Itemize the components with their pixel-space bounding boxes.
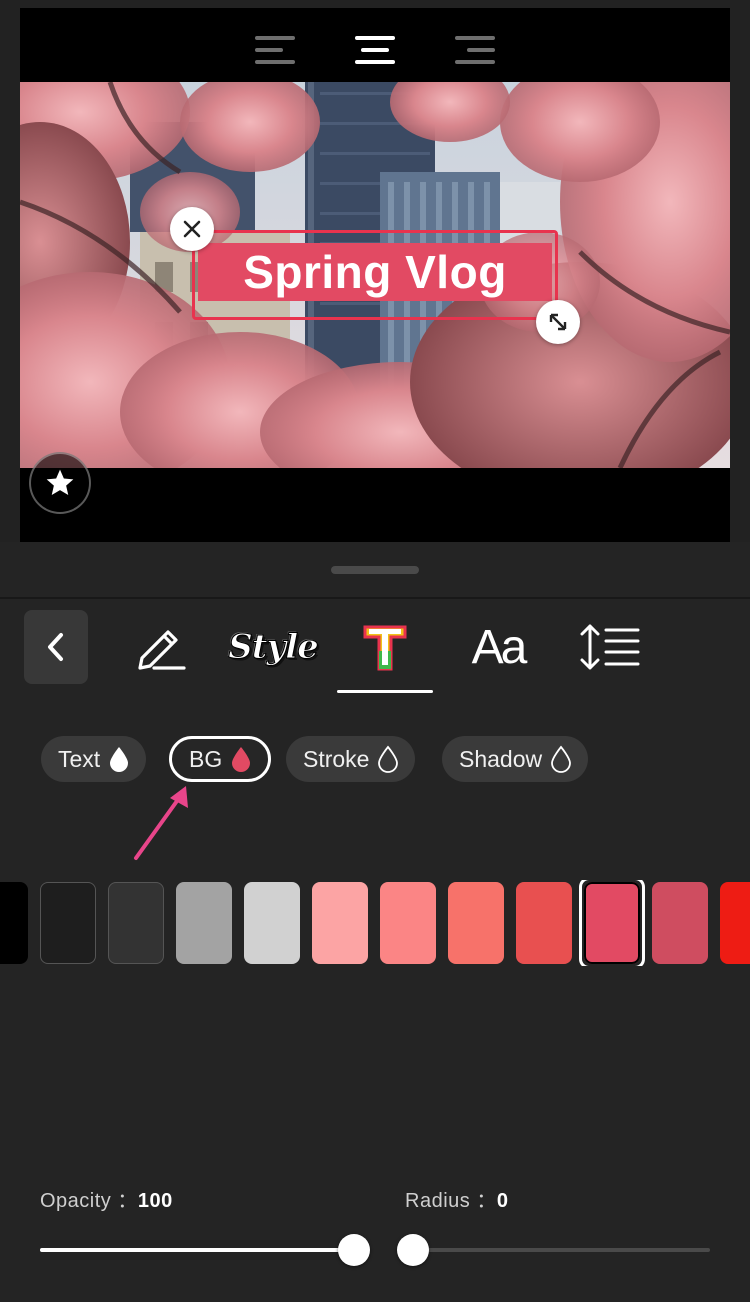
colored-t-icon	[363, 625, 407, 671]
line-spacing-icon	[580, 624, 640, 670]
color-swatch[interactable]	[0, 882, 28, 964]
chevron-left-icon	[48, 633, 63, 661]
outline-drop-icon	[550, 745, 572, 773]
sheet-drag-handle[interactable]	[331, 566, 419, 574]
color-swatch[interactable]	[40, 882, 96, 964]
tab-style[interactable]: Style	[226, 612, 320, 682]
align-center-icon[interactable]	[355, 36, 395, 70]
resize-handle-icon[interactable]	[536, 300, 580, 344]
color-swatch[interactable]	[720, 882, 750, 964]
tab-line-spacing[interactable]	[575, 612, 645, 682]
color-swatch[interactable]	[448, 882, 504, 964]
selected-swatch-ring	[579, 880, 645, 966]
color-swatch[interactable]	[176, 882, 232, 964]
outline-drop-icon	[377, 745, 399, 773]
radius-value: 0	[496, 1190, 509, 1212]
chip-text-label: Text	[58, 745, 101, 772]
favorite-star-button[interactable]	[29, 452, 91, 514]
chip-shadow[interactable]: Shadow	[442, 736, 589, 782]
preview-canvas: Spring Vlog	[20, 8, 730, 542]
color-swatch[interactable]	[652, 882, 708, 964]
chip-stroke[interactable]: Stroke	[286, 736, 416, 782]
style-label: Style	[228, 627, 320, 668]
color-swatch[interactable]	[244, 882, 300, 964]
text-overlay-box[interactable]: Spring Vlog	[192, 230, 558, 320]
text-overlay-label: Spring Vlog	[243, 246, 507, 298]
tab-edit-text[interactable]	[128, 612, 192, 682]
text-overlay-background: Spring Vlog	[198, 243, 552, 301]
radius-slider-thumb[interactable]	[397, 1234, 429, 1266]
text-style-panel: Style Aa Text BG Stroke Shadow Opacity ：…	[0, 542, 750, 1302]
red-drop-icon	[230, 745, 252, 773]
color-target-chips: Text BG Stroke Shadow	[0, 734, 750, 784]
opacity-value: 100	[137, 1190, 173, 1212]
pencil-icon	[138, 630, 186, 670]
text-align-bar	[20, 8, 730, 82]
active-tab-indicator	[337, 690, 433, 693]
pointer-arrow-icon	[134, 786, 188, 860]
opacity-slider-fill	[40, 1248, 354, 1252]
filled-drop-icon	[108, 745, 130, 773]
text-tool-tabs: Style Aa	[0, 608, 750, 698]
align-right-icon[interactable]	[455, 36, 495, 70]
color-swatch[interactable]	[516, 882, 572, 964]
star-icon	[46, 469, 74, 495]
chip-bg[interactable]: BG	[169, 736, 272, 782]
chip-text[interactable]: Text	[41, 736, 147, 782]
sheet-divider	[0, 597, 750, 599]
radius-label: Radius ：0	[405, 1190, 509, 1212]
color-swatch[interactable]	[108, 882, 164, 964]
font-label: Aa	[471, 620, 528, 674]
chip-stroke-label: Stroke	[303, 745, 370, 772]
color-palette	[0, 880, 750, 966]
back-button[interactable]	[24, 610, 88, 684]
tab-font[interactable]: Aa	[462, 612, 534, 682]
opacity-slider-thumb[interactable]	[338, 1234, 370, 1266]
color-swatch[interactable]	[380, 882, 436, 964]
chip-shadow-label: Shadow	[459, 745, 543, 772]
color-swatch[interactable]	[312, 882, 368, 964]
video-preview-area: Spring Vlog	[0, 0, 750, 542]
opacity-label: Opacity ：100	[40, 1190, 173, 1212]
close-icon[interactable]	[170, 207, 214, 251]
align-left-icon[interactable]	[255, 36, 295, 70]
chip-bg-label: BG	[189, 745, 223, 772]
radius-slider-track	[413, 1248, 710, 1252]
tab-text-color[interactable]	[352, 612, 418, 682]
